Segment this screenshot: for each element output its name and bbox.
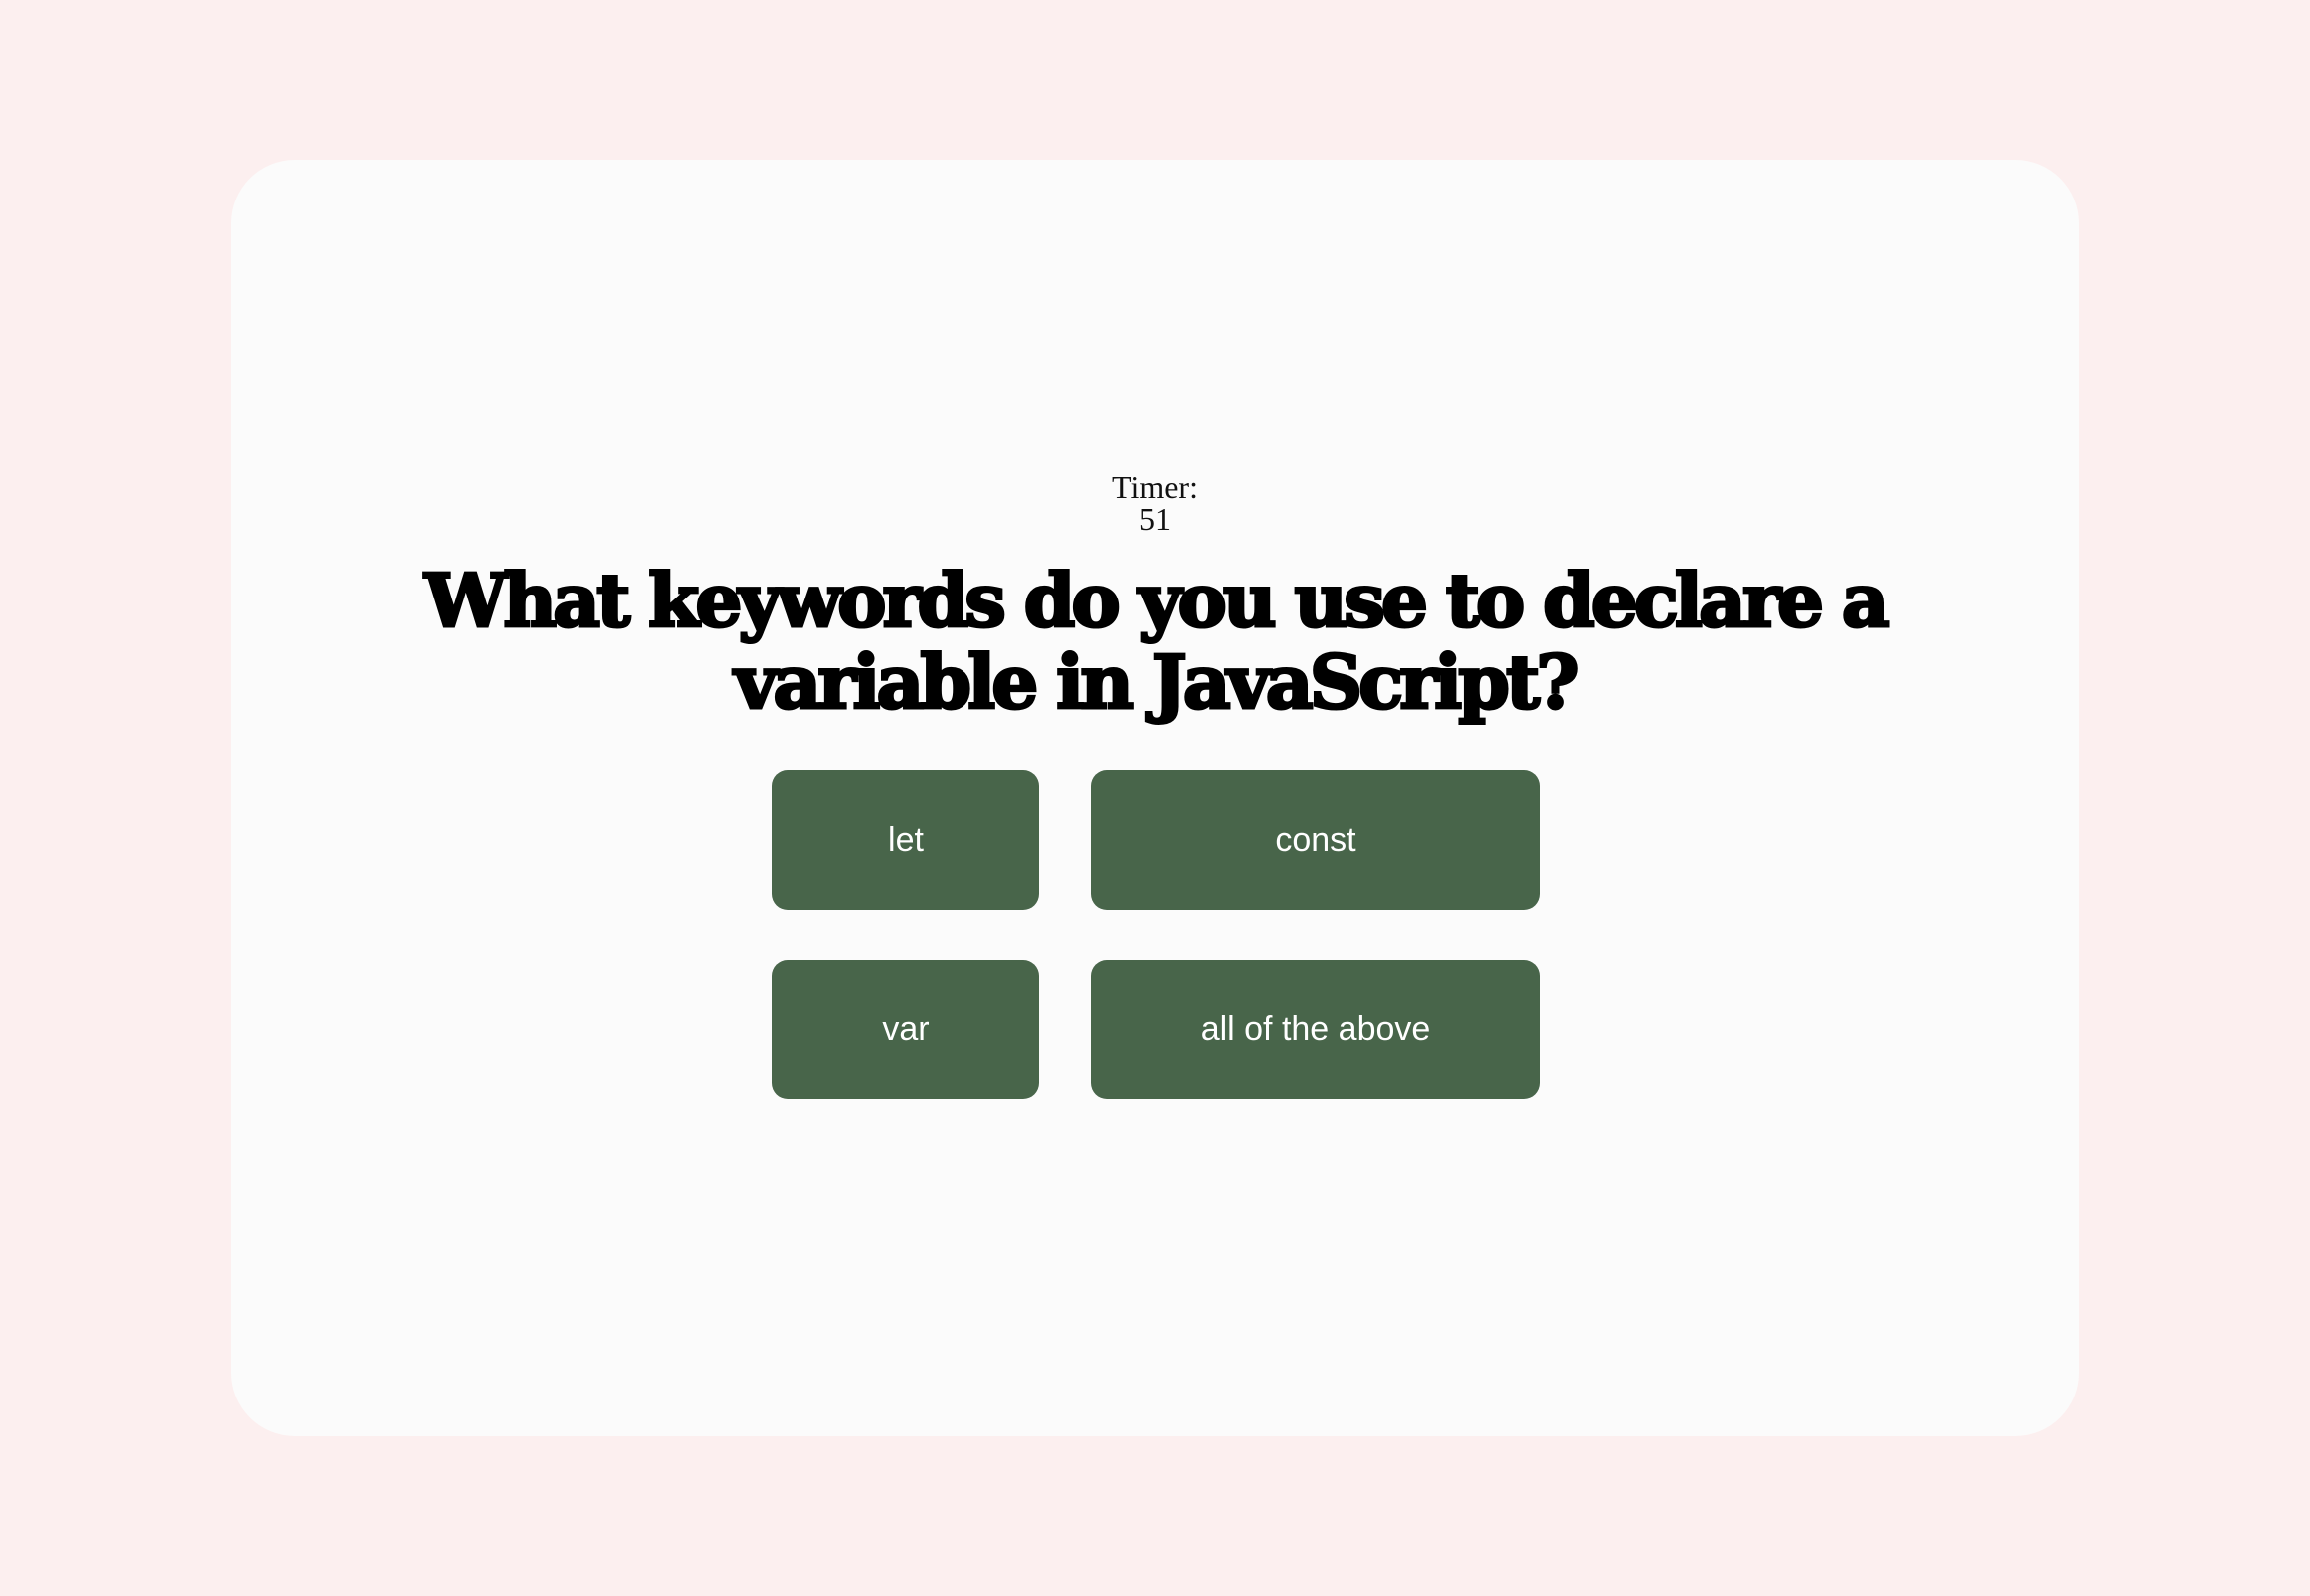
answer-options: let const var all of the above	[772, 770, 1540, 1099]
answer-button-var[interactable]: var	[772, 960, 1039, 1099]
answer-button-const[interactable]: const	[1091, 770, 1540, 910]
timer-value: 51	[1139, 501, 1171, 537]
timer-label: Timer:	[1112, 469, 1198, 505]
timer: Timer: 51	[231, 471, 2079, 535]
question-title: What keywords do you use to declare a va…	[423, 559, 1891, 726]
quiz-card: Timer: 51 What keywords do you use to de…	[231, 160, 2079, 1436]
answer-button-all-of-the-above[interactable]: all of the above	[1091, 960, 1540, 1099]
answer-button-let[interactable]: let	[772, 770, 1039, 910]
